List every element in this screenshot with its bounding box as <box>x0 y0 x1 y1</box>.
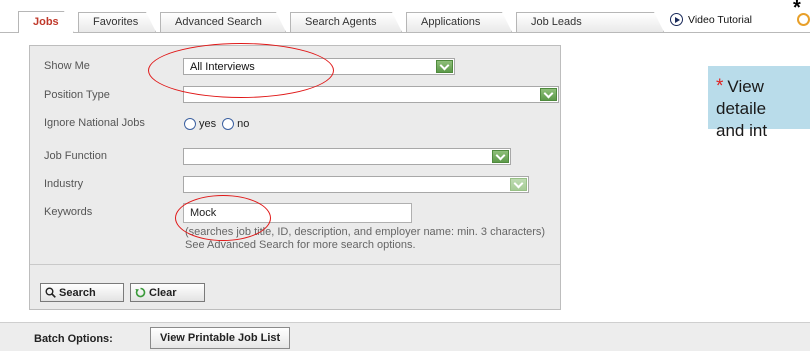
search-button-label: Search <box>59 286 96 299</box>
job-function-label: Job Function <box>44 150 107 162</box>
batch-options-label: Batch Options: <box>34 333 113 345</box>
callout-text: * View detaile and int <box>716 76 767 142</box>
tab-jobs[interactable]: Jobs <box>18 11 74 33</box>
annotation-oval-keywords <box>175 195 271 241</box>
help-circle-icon <box>797 13 810 26</box>
radio-yes-label: yes <box>199 118 217 130</box>
dropdown-arrow-icon <box>436 60 453 73</box>
annotation-oval-show-me <box>148 43 334 98</box>
video-tutorial-link[interactable]: Video Tutorial <box>670 13 752 26</box>
tab-search-agents-label: Search Agents <box>305 16 377 28</box>
tab-job-leads[interactable]: Job Leads <box>516 12 664 32</box>
tab-applications-label: Applications <box>421 16 481 28</box>
tab-applications[interactable]: Applications <box>406 12 512 32</box>
search-button[interactable]: Search <box>40 283 124 302</box>
tab-advanced-search[interactable]: Advanced Search <box>160 12 286 32</box>
tab-advanced-search-label: Advanced Search <box>175 16 262 28</box>
radio-no-label: no <box>237 118 250 130</box>
clear-button-label: Clear <box>149 286 177 299</box>
keywords-label: Keywords <box>44 206 93 218</box>
tab-favorites[interactable]: Favorites <box>78 12 156 32</box>
tab-favorites-label: Favorites <box>93 16 139 28</box>
ignore-national-jobs-options: yes no <box>184 118 255 130</box>
video-tutorial-label: Video Tutorial <box>688 13 753 26</box>
position-type-label: Position Type <box>44 89 110 101</box>
tab-bar: Jobs Favorites Advanced Search Search Ag… <box>0 0 810 33</box>
tab-job-leads-label: Job Leads <box>531 16 582 28</box>
tab-search-agents[interactable]: Search Agents <box>290 12 402 32</box>
view-printable-job-list-button[interactable]: View Printable Job List <box>150 327 291 349</box>
industry-label: Industry <box>44 178 84 190</box>
industry-select[interactable] <box>183 176 529 193</box>
show-me-label: Show Me <box>44 60 90 72</box>
callout-asterisk: * <box>716 76 724 97</box>
info-callout: * View detaile and int <box>708 66 810 140</box>
panel-divider <box>30 264 560 265</box>
dropdown-arrow-icon <box>492 150 509 163</box>
dropdown-arrow-icon <box>540 88 557 101</box>
clear-icon <box>135 287 146 298</box>
callout-line3: and int <box>716 121 768 140</box>
callout-line1: View <box>727 77 764 96</box>
job-function-select[interactable] <box>183 148 511 165</box>
play-circle-icon <box>670 13 683 26</box>
batch-options-bar: Batch Options: View Printable Job List <box>0 322 810 351</box>
tab-bar-baseline <box>0 32 810 33</box>
keywords-hint-line2: See Advanced Search for more search opti… <box>185 239 416 251</box>
ignore-national-jobs-label: Ignore National Jobs <box>44 117 145 129</box>
clear-button[interactable]: Clear <box>130 283 205 302</box>
tab-jobs-label: Jobs <box>33 16 59 28</box>
callout-line2: detaile <box>716 99 767 118</box>
search-icon <box>45 287 56 298</box>
radio-no[interactable] <box>222 118 235 130</box>
radio-yes[interactable] <box>184 118 196 130</box>
dropdown-arrow-icon <box>510 178 527 191</box>
